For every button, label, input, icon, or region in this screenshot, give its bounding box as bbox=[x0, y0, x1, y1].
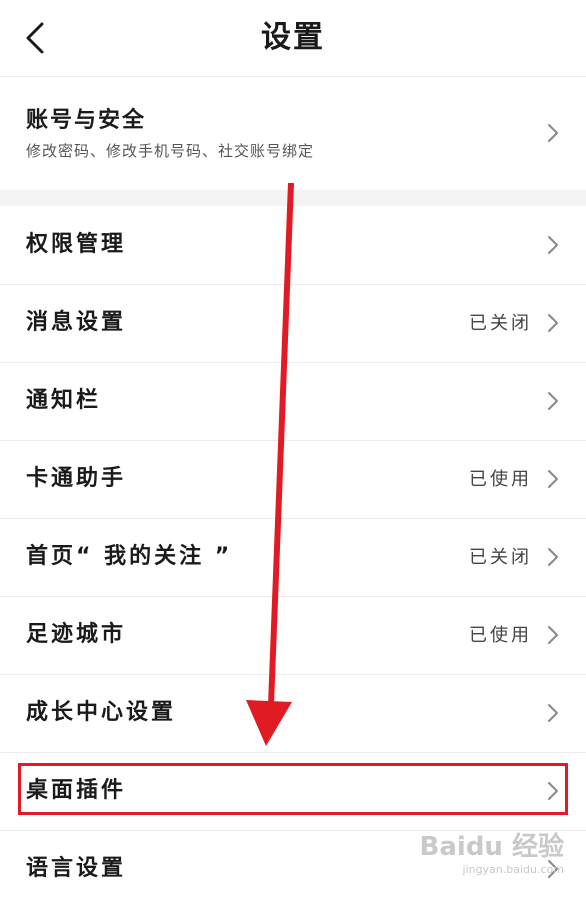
row-status: 已使用 bbox=[469, 469, 532, 490]
top-bar: 设置 bbox=[0, 0, 586, 77]
settings-row-notification-bar[interactable]: 通知栏 bbox=[0, 362, 586, 441]
account-security-item[interactable]: 账号与安全 修改密码、修改手机号码、社交账号绑定 bbox=[0, 76, 586, 190]
chevron-right-icon bbox=[548, 124, 558, 142]
row-label: 成长中心设置 bbox=[26, 700, 177, 725]
row-status: 已使用 bbox=[469, 625, 532, 646]
row-label: 首页“ 我的关注 ” bbox=[26, 544, 233, 569]
row-status: 已关闭 bbox=[469, 313, 532, 334]
page-title: 设置 bbox=[261, 20, 325, 55]
row-label: 足迹城市 bbox=[26, 622, 127, 647]
chevron-right-icon bbox=[548, 470, 558, 488]
settings-row-permissions[interactable]: 权限管理 bbox=[0, 206, 586, 285]
row-label: 消息设置 bbox=[26, 310, 127, 335]
row-label: 卡通助手 bbox=[26, 466, 127, 491]
settings-row-homepage-follow[interactable]: 首页“ 我的关注 ” 已关闭 bbox=[0, 518, 586, 597]
row-label: 权限管理 bbox=[26, 232, 127, 257]
account-security-subtitle: 修改密码、修改手机号码、社交账号绑定 bbox=[26, 142, 315, 160]
chevron-right-icon bbox=[548, 548, 558, 566]
section-divider bbox=[0, 190, 586, 206]
settings-row-desktop-widget[interactable]: 桌面插件 bbox=[0, 752, 586, 831]
row-label: 通知栏 bbox=[26, 388, 102, 413]
chevron-right-icon bbox=[548, 314, 558, 332]
settings-row-messages[interactable]: 消息设置 已关闭 bbox=[0, 284, 586, 363]
settings-row-footprint-cities[interactable]: 足迹城市 已使用 bbox=[0, 596, 586, 675]
chevron-right-icon bbox=[548, 704, 558, 722]
chevron-right-icon bbox=[548, 626, 558, 644]
settings-row-language[interactable]: 语言设置 bbox=[0, 830, 586, 908]
chevron-right-icon bbox=[548, 236, 558, 254]
row-label: 语言设置 bbox=[26, 856, 127, 881]
row-status: 已关闭 bbox=[469, 547, 532, 568]
chevron-right-icon bbox=[548, 782, 558, 800]
account-security-title: 账号与安全 bbox=[26, 108, 147, 133]
settings-row-cartoon-assistant[interactable]: 卡通助手 已使用 bbox=[0, 440, 586, 519]
settings-row-growth-center[interactable]: 成长中心设置 bbox=[0, 674, 586, 753]
chevron-right-icon bbox=[548, 392, 558, 410]
chevron-right-icon bbox=[548, 860, 558, 878]
row-label: 桌面插件 bbox=[26, 778, 127, 803]
